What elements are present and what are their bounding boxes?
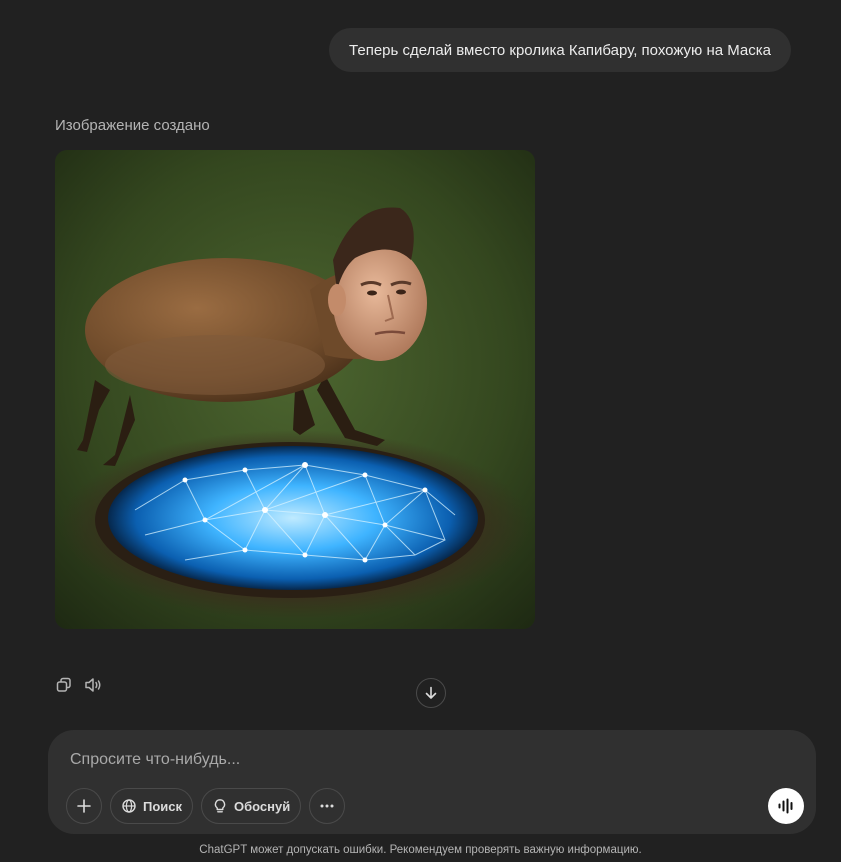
composer-tools: Поиск Обоснуй — [66, 788, 346, 824]
read-aloud-button[interactable] — [83, 674, 105, 696]
scroll-to-bottom-button[interactable] — [416, 678, 446, 708]
image-created-status: Изображение создано — [55, 117, 210, 134]
copy-button[interactable] — [53, 674, 75, 696]
user-message-bubble: Теперь сделай вместо кролика Капибару, п… — [329, 28, 791, 72]
search-button[interactable]: Поиск — [110, 788, 194, 824]
ellipsis-icon — [320, 804, 334, 808]
reason-button[interactable]: Обоснуй — [201, 788, 302, 824]
more-tools-button[interactable] — [309, 788, 346, 824]
disclaimer-footer: ChatGPT может допускать ошибки. Рекоменд… — [199, 844, 642, 856]
voice-mode-button[interactable] — [768, 788, 804, 824]
copy-icon — [56, 677, 71, 692]
globe-icon — [122, 799, 136, 813]
search-button-label: Поиск — [143, 798, 183, 814]
plus-icon — [77, 799, 91, 813]
speaker-icon — [85, 678, 101, 692]
voice-waveform-icon — [778, 798, 793, 814]
message-actions — [53, 674, 105, 696]
composer: Поиск Обоснуй — [48, 730, 816, 834]
lightbulb-icon — [214, 799, 226, 813]
prompt-input[interactable] — [68, 746, 772, 774]
generated-image-art — [55, 150, 535, 629]
add-attachment-button[interactable] — [66, 788, 102, 824]
reason-button-label: Обоснуй — [234, 798, 291, 814]
generated-image[interactable] — [55, 150, 535, 629]
arrow-down-icon — [425, 686, 437, 699]
user-message-text: Теперь сделай вместо кролика Капибару, п… — [349, 41, 771, 59]
